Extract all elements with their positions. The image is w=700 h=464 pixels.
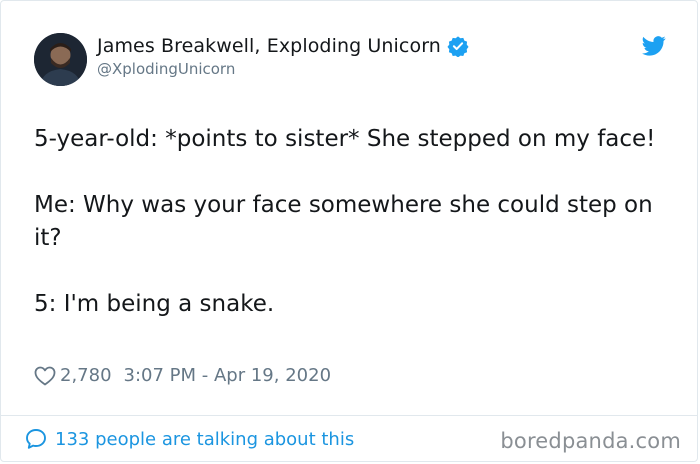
tweet-line: 5: I'm being a snake. (34, 291, 275, 317)
speech-bubble-icon (25, 428, 47, 450)
heart-icon[interactable] (34, 366, 56, 386)
conversation-link[interactable]: 133 people are talking about this (25, 428, 354, 450)
avatar[interactable] (34, 33, 87, 86)
tweet-text: 5-year-old: *points to sister* She stepp… (34, 123, 674, 321)
tweet-line: 5-year-old: *points to sister* She stepp… (34, 126, 656, 152)
author-name-row[interactable]: James Breakwell, Exploding Unicorn (97, 35, 469, 58)
footer-divider (1, 415, 697, 416)
conversation-link-label[interactable]: 133 people are talking about this (55, 429, 354, 450)
tweet-meta: 2,780 3:07 PM - Apr 19, 2020 (34, 365, 331, 386)
verified-badge-icon (447, 35, 469, 58)
twitter-bird-icon[interactable] (642, 36, 666, 56)
like-count[interactable]: 2,780 (60, 365, 112, 386)
tweet-timestamp[interactable]: 3:07 PM - Apr 19, 2020 (124, 365, 331, 386)
author-handle[interactable]: @XplodingUnicorn (97, 60, 235, 78)
watermark: boredpanda.com (500, 429, 681, 453)
tweet-card: James Breakwell, Exploding Unicorn @Xplo… (0, 0, 698, 462)
tweet-line: Me: Why was your face somewhere she coul… (34, 192, 653, 251)
author-display-name[interactable]: James Breakwell, Exploding Unicorn (97, 35, 441, 57)
